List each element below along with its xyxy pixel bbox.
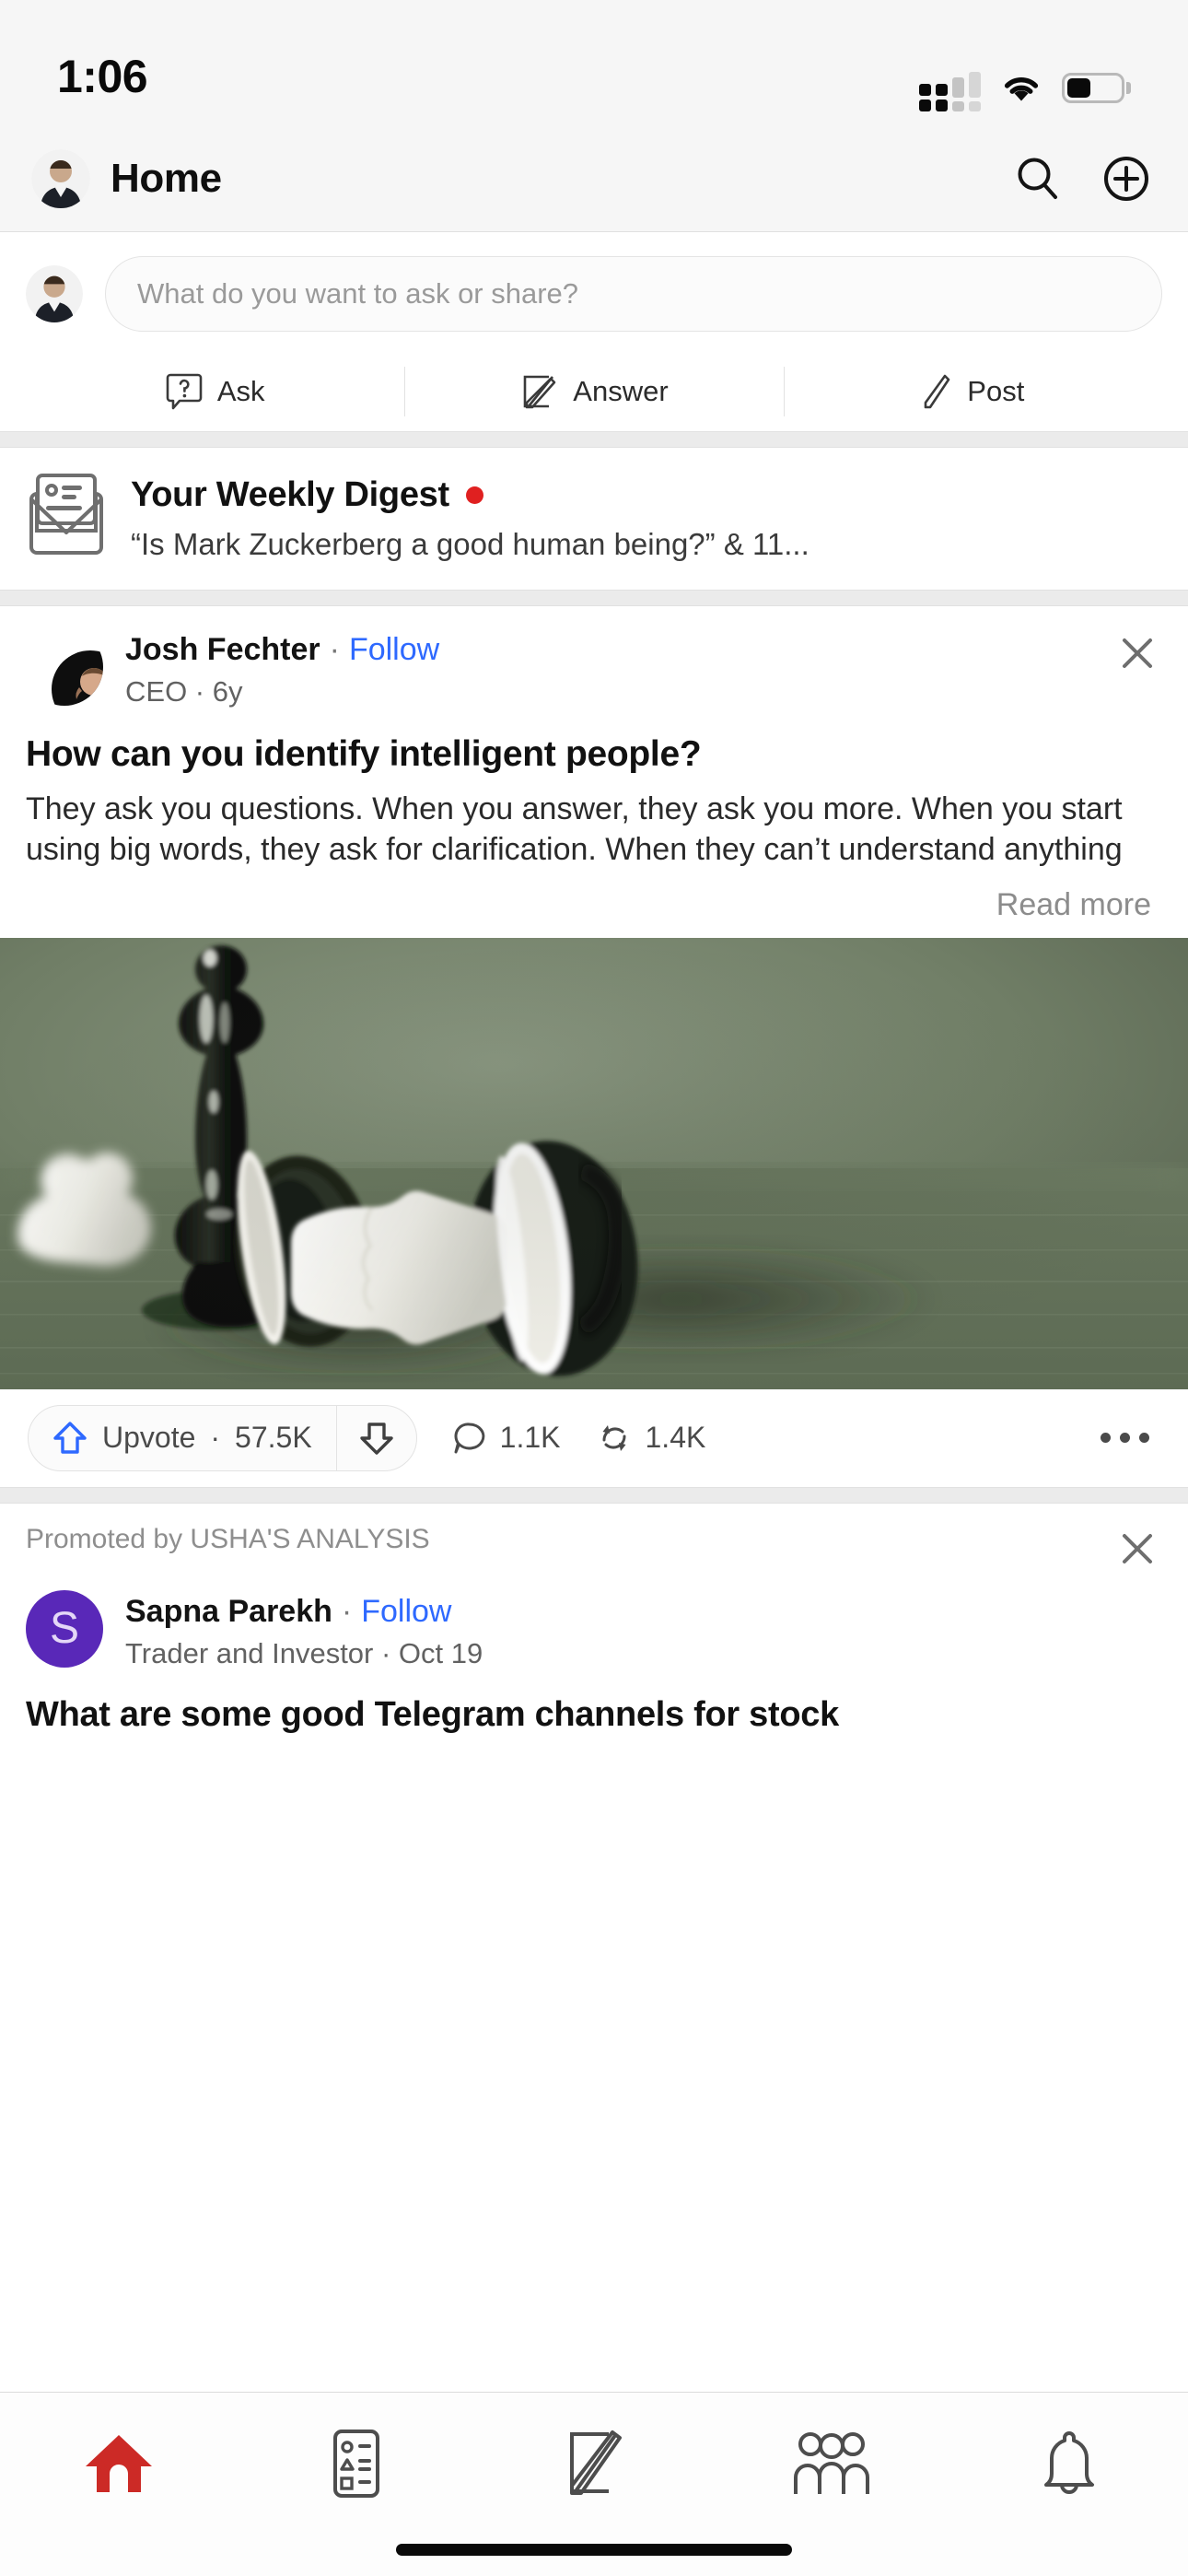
read-more-link[interactable]: Read more [996, 887, 1151, 923]
repost-button[interactable]: 1.4K [596, 1421, 706, 1456]
more-horizontal-icon[interactable] [1101, 1433, 1160, 1444]
digest-subtitle: “Is Mark Zuckerberg a good human being?”… [131, 527, 809, 561]
pencil-square-icon [519, 372, 558, 411]
name-separator: · [341, 1593, 353, 1629]
upvote-count: 57.5K [235, 1421, 312, 1455]
status-indicators [919, 72, 1131, 111]
search-icon[interactable] [1009, 150, 1066, 207]
post-author-name[interactable]: Josh Fechter [125, 632, 320, 668]
promoted-author-subline: Trader and Investor · Oct 19 [125, 1636, 483, 1669]
plus-circle-icon[interactable] [1098, 150, 1155, 207]
close-icon[interactable] [1112, 628, 1162, 678]
bell-icon [1039, 2428, 1100, 2500]
comment-button[interactable]: 1.1K [452, 1421, 561, 1456]
post-image[interactable] [0, 937, 1188, 1389]
promoted-author-row: Sapna Parekh · Follow [125, 1594, 1162, 1630]
tab-home[interactable] [0, 2424, 238, 2503]
promoted-post: Promoted by USHA'S ANALYSIS S Sapna Pare… [0, 1503, 1188, 1737]
feed-list-icon [328, 2429, 385, 2499]
promoted-post-title[interactable]: What are some good Telegram channels for… [26, 1694, 1162, 1737]
section-divider [0, 590, 1188, 606]
repost-count: 1.4K [645, 1421, 706, 1455]
upvote-separator: · [210, 1421, 221, 1455]
bottom-tab-bar [0, 2392, 1188, 2576]
name-separator: · [329, 632, 340, 667]
feed-post: Josh Fechter · Follow CEO · 6y How can y… [0, 606, 1188, 925]
composer-post-button[interactable]: Post [783, 352, 1162, 431]
page-title: Home [111, 155, 222, 201]
home-indicator [396, 2544, 792, 2556]
composer-post-label: Post [967, 375, 1025, 407]
repost-icon [596, 1421, 633, 1456]
close-icon[interactable] [1112, 1524, 1162, 1574]
promoted-author-avatar[interactable]: S [26, 1589, 103, 1668]
upvote-arrow-icon [52, 1420, 87, 1457]
vote-pill: Upvote · 57.5K [28, 1404, 417, 1471]
tab-answer[interactable] [475, 2424, 713, 2503]
tab-spaces[interactable] [713, 2424, 950, 2503]
status-time: 1:06 [57, 51, 148, 102]
composer-input[interactable]: What do you want to ask or share? [105, 256, 1162, 332]
downvote-button[interactable] [337, 1406, 416, 1470]
upvote-label: Upvote [102, 1421, 196, 1455]
home-icon [84, 2431, 154, 2496]
post-body-wrapper: They ask you questions. When you answer,… [26, 789, 1162, 925]
promoted-label: Promoted by USHA'S ANALYSIS [26, 1523, 430, 1554]
digest-unread-dot [465, 486, 483, 504]
section-divider [0, 431, 1188, 448]
tab-notifications[interactable] [950, 2424, 1188, 2503]
composer-answer-label: Answer [573, 375, 669, 407]
post-header: Josh Fechter · Follow CEO · 6y [26, 628, 1162, 708]
post-title[interactable]: How can you identify intelligent people? [26, 734, 1162, 776]
follow-button[interactable]: Follow [349, 632, 439, 668]
tab-following[interactable] [238, 2424, 475, 2503]
post-action-bar: Upvote · 57.5K 1.1K 1.4K [0, 1388, 1188, 1487]
composer-ask-button[interactable]: Ask [26, 352, 404, 431]
section-divider [0, 1486, 1188, 1504]
follow-button[interactable]: Follow [361, 1594, 451, 1630]
post-body: They ask you questions. When you answer,… [26, 790, 1123, 868]
pencil-icon [921, 372, 952, 411]
promoted-author-name[interactable]: Sapna Parekh [125, 1594, 332, 1630]
downvote-arrow-icon [359, 1420, 394, 1457]
pencil-square-icon [561, 2429, 627, 2499]
comment-count: 1.1K [499, 1421, 561, 1455]
header-avatar[interactable] [31, 148, 90, 208]
composer: What do you want to ask or share? Ask An… [0, 232, 1188, 431]
composer-ask-label: Ask [216, 375, 265, 407]
people-group-icon [792, 2430, 871, 2498]
status-bar: 1:06 [0, 0, 1188, 125]
composer-actions: Ask Answer Post [26, 352, 1162, 431]
app-header: Home [0, 125, 1188, 232]
composer-avatar[interactable] [26, 265, 83, 322]
digest-title: Your Weekly Digest [131, 475, 449, 514]
post-author-row: Josh Fechter · Follow [125, 632, 1112, 668]
comment-bubble-icon [452, 1421, 487, 1456]
newsletter-envelope-icon [28, 472, 105, 556]
weekly-digest-card[interactable]: Your Weekly Digest “Is Mark Zuckerberg a… [0, 448, 1188, 590]
cellular-signal-icon [919, 72, 981, 111]
question-bubble-icon [166, 372, 203, 411]
post-author-avatar[interactable] [26, 628, 103, 706]
upvote-button[interactable]: Upvote · 57.5K [29, 1406, 336, 1470]
composer-answer-button[interactable]: Answer [404, 352, 783, 431]
wifi-icon [1004, 76, 1039, 100]
battery-icon [1062, 72, 1131, 103]
post-author-subline: CEO · 6y [125, 675, 243, 708]
